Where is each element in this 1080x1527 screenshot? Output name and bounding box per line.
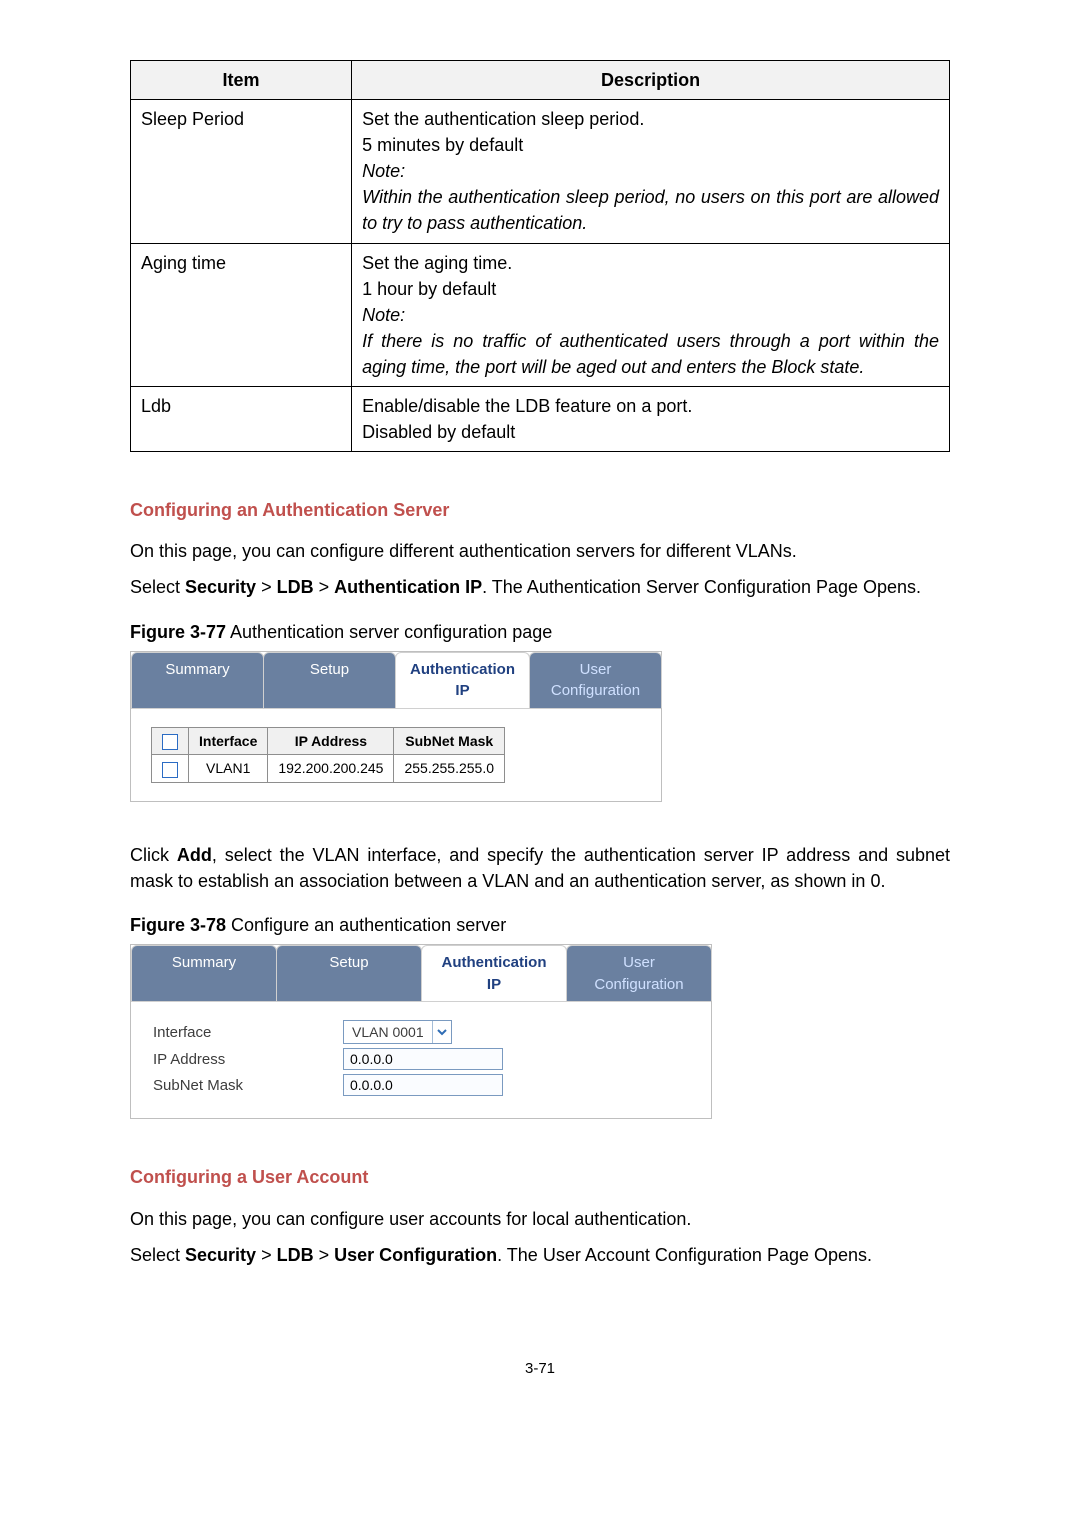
tab-summary[interactable]: Summary (131, 945, 277, 1002)
item-cell: Sleep Period (131, 100, 352, 243)
th-ip: IP Address (268, 728, 394, 755)
desc-note-label: Note: (362, 302, 939, 328)
page-number: 3-71 (130, 1358, 950, 1380)
table-row: Ldb Enable/disable the LDB feature on a … (131, 387, 950, 452)
crumb-user-config: User Configuration (334, 1245, 497, 1265)
cell-mask: 255.255.255.0 (394, 755, 505, 782)
breadcrumb-instruction: Select Security > LDB > Authentication I… (130, 574, 950, 600)
desc-cell: Set the authentication sleep period. 5 m… (352, 100, 950, 243)
desc-cell: Set the aging time. 1 hour by default No… (352, 243, 950, 386)
desc-line: 1 hour by default (362, 276, 939, 302)
subnet-mask-input[interactable] (343, 1074, 503, 1096)
bold-add: Add (177, 845, 212, 865)
figure-77-caption: Figure 3-77 Authentication server config… (130, 619, 950, 645)
th-interface: Interface (189, 728, 268, 755)
table-row: VLAN1 192.200.200.245 255.255.255.0 (152, 755, 505, 782)
desc-line: Set the aging time. (362, 250, 939, 276)
crumb-ldb: LDB (277, 577, 314, 597)
tab-summary[interactable]: Summary (131, 652, 264, 709)
desc-line: 5 minutes by default (362, 132, 939, 158)
crumb-security: Security (185, 1245, 256, 1265)
tab-user-configuration[interactable]: User Configuration (566, 945, 712, 1002)
tabs: Summary Setup Authentication IP User Con… (131, 652, 661, 710)
desc-line: Disabled by default (362, 419, 939, 445)
tab-setup[interactable]: Setup (276, 945, 422, 1002)
chevron-down-icon[interactable] (432, 1021, 451, 1043)
crumb-security: Security (185, 577, 256, 597)
cell-interface: VLAN1 (189, 755, 268, 782)
item-cell: Aging time (131, 243, 352, 386)
desc-note-label: Note: (362, 158, 939, 184)
th-item: Item (131, 61, 352, 100)
description-table: Item Description Sleep Period Set the au… (130, 60, 950, 452)
label-mask: SubNet Mask (153, 1075, 343, 1097)
table-row: Sleep Period Set the authentication slee… (131, 100, 950, 243)
interface-select-value: VLAN 0001 (344, 1022, 432, 1042)
crumb-auth-ip: Authentication IP (334, 577, 482, 597)
auth-ip-table: Interface IP Address SubNet Mask VLAN1 1… (151, 727, 505, 783)
table-row: Aging time Set the aging time. 1 hour by… (131, 243, 950, 386)
interface-select[interactable]: VLAN 0001 (343, 1020, 452, 1044)
label-ip: IP Address (153, 1049, 343, 1071)
th-mask: SubNet Mask (394, 728, 505, 755)
section2-intro: On this page, you can configure user acc… (130, 1206, 950, 1232)
desc-note-text: Within the authentication sleep period, … (362, 184, 939, 236)
select-all-checkbox[interactable] (162, 734, 178, 750)
tab-authentication-ip[interactable]: Authentication IP (395, 652, 530, 709)
tab-authentication-ip[interactable]: Authentication IP (421, 945, 567, 1002)
figure-78: Summary Setup Authentication IP User Con… (130, 944, 712, 1120)
crumb-ldb: LDB (277, 1245, 314, 1265)
desc-cell: Enable/disable the LDB feature on a port… (352, 387, 950, 452)
figure-77: Summary Setup Authentication IP User Con… (130, 651, 662, 802)
section1-intro: On this page, you can configure differen… (130, 538, 950, 564)
ip-address-input[interactable] (343, 1048, 503, 1070)
section-heading-user-account: Configuring a User Account (130, 1164, 950, 1190)
desc-line: Enable/disable the LDB feature on a port… (362, 393, 939, 419)
tabs: Summary Setup Authentication IP User Con… (131, 945, 711, 1003)
section-heading-auth-server: Configuring an Authentication Server (130, 497, 950, 523)
desc-note-text: If there is no traffic of authenticated … (362, 328, 939, 380)
cell-ip: 192.200.200.245 (268, 755, 394, 782)
th-checkbox (152, 728, 189, 755)
item-cell: Ldb (131, 387, 352, 452)
tab-user-configuration[interactable]: User Configuration (529, 652, 662, 709)
click-add-paragraph: Click Add, select the VLAN interface, an… (130, 842, 950, 894)
row-checkbox[interactable] (162, 762, 178, 778)
th-description: Description (352, 61, 950, 100)
figure-78-caption: Figure 3-78 Configure an authentication … (130, 912, 950, 938)
label-interface: Interface (153, 1022, 343, 1044)
tab-setup[interactable]: Setup (263, 652, 396, 709)
breadcrumb-instruction-2: Select Security > LDB > User Configurati… (130, 1242, 950, 1268)
desc-line: Set the authentication sleep period. (362, 106, 939, 132)
